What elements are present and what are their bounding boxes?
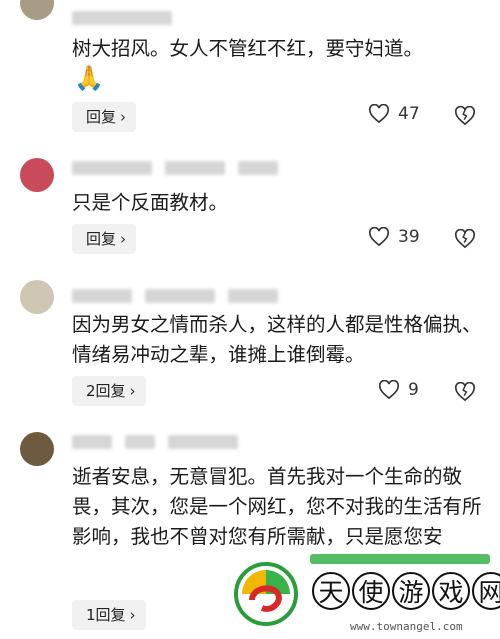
site-watermark: 天 使 游 戏 网 www.townangel.com — [230, 548, 500, 639]
reply-button[interactable]: 1回复 › — [72, 600, 146, 630]
like-button[interactable]: 47 — [368, 104, 420, 124]
broken-heart-icon — [454, 381, 476, 402]
watermark-char: 游 — [392, 572, 430, 610]
chevron-right-icon: › — [120, 108, 127, 126]
avatar[interactable] — [20, 0, 54, 20]
reply-label: 2回复 — [86, 382, 126, 400]
avatar[interactable] — [20, 432, 54, 466]
comment-meta-blurred — [72, 8, 172, 26]
reply-label: 1回复 — [86, 606, 126, 624]
like-count: 47 — [398, 104, 420, 124]
reply-button[interactable]: 回复 › — [72, 224, 137, 254]
comment-meta-blurred — [72, 432, 238, 450]
watermark-title: 天 使 游 戏 网 — [312, 572, 500, 610]
dislike-button[interactable] — [454, 381, 476, 406]
comment-text: 只是个反面教材。 — [72, 191, 229, 214]
heart-outline-icon — [368, 227, 390, 247]
chevron-right-icon: › — [120, 230, 127, 248]
reply-label: 回复 — [86, 108, 117, 126]
heart-outline-icon — [378, 380, 400, 400]
comment-text: 树大招风。女人不管红不红，要守妇道。 — [72, 37, 424, 60]
like-count: 9 — [408, 380, 419, 400]
angel-logo-icon — [234, 562, 298, 626]
like-count: 39 — [398, 227, 420, 247]
pray-emoji: 🙏 — [74, 64, 104, 92]
reply-button[interactable]: 回复 › — [72, 102, 137, 132]
heart-outline-icon — [368, 104, 390, 124]
avatar[interactable] — [20, 280, 54, 314]
watermark-char: 天 — [312, 572, 350, 610]
comment-meta-blurred — [72, 158, 278, 176]
watermark-char: 戏 — [432, 572, 470, 610]
dislike-button[interactable] — [454, 105, 476, 130]
watermark-char: 使 — [352, 572, 390, 610]
chevron-right-icon: › — [129, 382, 136, 400]
dislike-button[interactable] — [454, 228, 476, 253]
chevron-right-icon: › — [129, 606, 136, 624]
avatar[interactable] — [20, 158, 54, 192]
reply-label: 回复 — [86, 230, 117, 248]
reply-button[interactable]: 2回复 › — [72, 376, 146, 406]
comment-text: 因为男女之情而杀人，这样的人都是性格偏执、情绪易冲动之辈，谁摊上谁倒霉。 — [72, 313, 482, 366]
like-button[interactable]: 9 — [378, 380, 419, 400]
broken-heart-icon — [454, 228, 476, 249]
watermark-char: 网 — [472, 572, 500, 610]
watermark-stripe — [310, 554, 490, 564]
broken-heart-icon — [454, 105, 476, 126]
watermark-url: www.townangel.com — [350, 620, 463, 633]
comment-meta-blurred — [72, 286, 278, 304]
like-button[interactable]: 39 — [368, 227, 420, 247]
